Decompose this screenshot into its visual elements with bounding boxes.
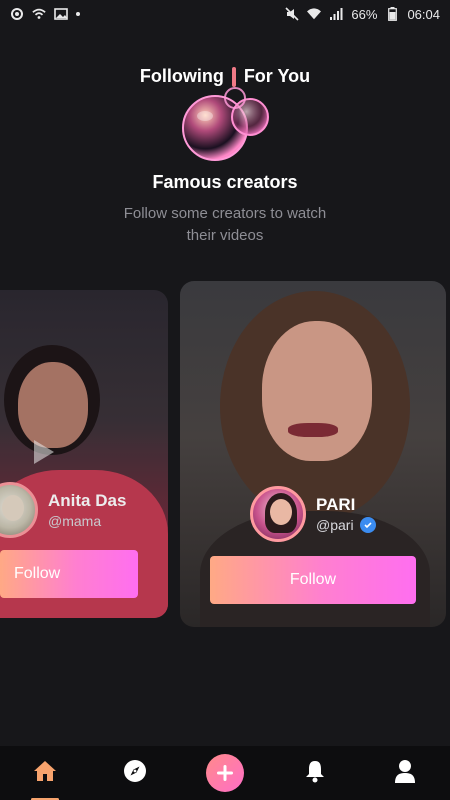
more-notifications-dot — [76, 12, 80, 16]
status-bar: 66% 06:04 — [0, 0, 450, 28]
mute-icon — [285, 7, 299, 21]
battery-icon — [385, 7, 399, 21]
creator-name: Anita Das — [48, 491, 127, 510]
signal-icon — [329, 7, 343, 21]
creator-handle: @mama — [48, 513, 102, 529]
battery-percent: 66% — [351, 6, 378, 22]
avatar[interactable] — [250, 486, 306, 542]
compass-icon — [123, 759, 147, 787]
clock: 06:04 — [407, 6, 440, 22]
creator-info: Anita Das @mama — [0, 482, 126, 538]
creator-info: PARI @pari — [250, 486, 376, 542]
bottom-nav — [0, 746, 450, 800]
verified-badge-icon — [359, 517, 376, 533]
nav-notifications[interactable] — [293, 751, 337, 795]
plus-icon — [206, 754, 244, 792]
image-notification-icon — [54, 7, 68, 21]
wifi-icon — [307, 7, 322, 21]
section-subtitle: Follow some creators to watch their vide… — [123, 205, 327, 244]
nav-profile[interactable] — [383, 751, 427, 795]
avatar[interactable] — [0, 482, 38, 538]
home-icon — [33, 760, 57, 786]
nav-explore[interactable] — [113, 751, 157, 795]
settings-notification-icon — [10, 7, 24, 21]
follow-button[interactable]: Follow — [0, 550, 138, 598]
wifi-notification-icon — [32, 7, 46, 21]
creator-handle: @pari — [316, 517, 354, 533]
nav-home[interactable] — [23, 751, 67, 800]
nav-create[interactable] — [203, 751, 247, 795]
bubbles-illustration — [180, 84, 274, 168]
creator-name: PARI — [316, 495, 356, 514]
profile-icon — [395, 759, 415, 787]
play-icon[interactable] — [34, 440, 54, 464]
bell-icon — [305, 759, 325, 787]
section-title: Famous creators — [152, 172, 298, 192]
follow-button[interactable]: Follow — [210, 556, 416, 604]
